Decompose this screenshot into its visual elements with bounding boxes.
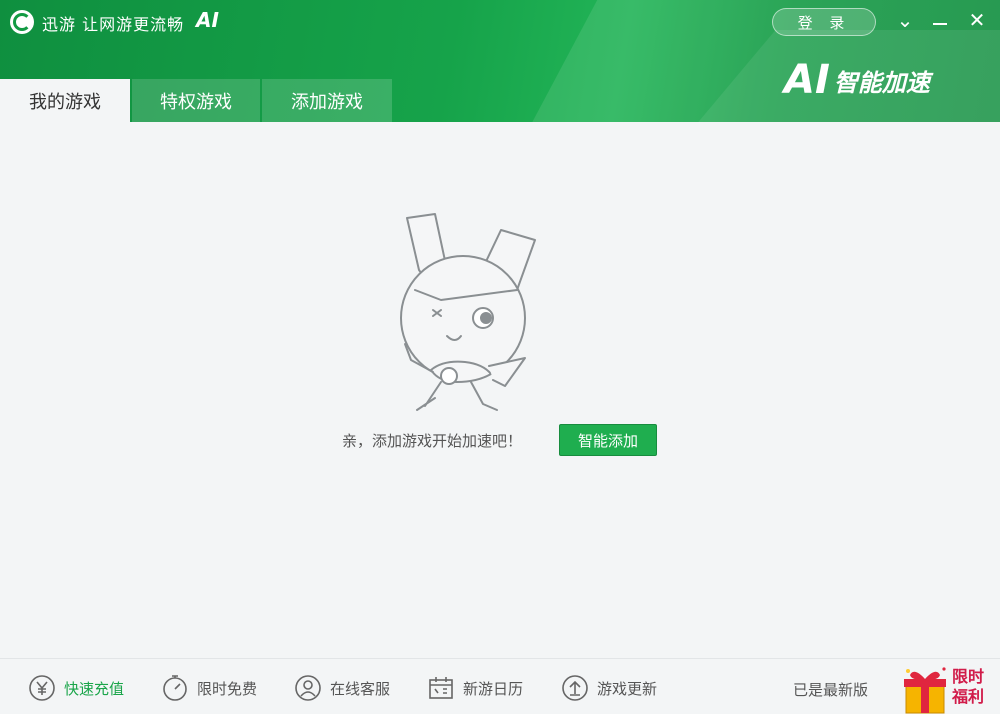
chevron-down-icon[interactable]: ⌄ (890, 6, 920, 34)
promo-line2: 福利 (952, 687, 985, 706)
limited-free-label: 限时免费 (197, 679, 258, 698)
ai-brand-badge: AI 智能加速 (784, 60, 930, 100)
login-button[interactable]: 登 录 (772, 8, 876, 36)
recharge-label: 快速充值 (64, 679, 125, 698)
tab-privilege-games[interactable]: 特权游戏 (132, 79, 260, 122)
brand-text: 智能加速 (833, 69, 930, 97)
online-support-label: 在线客服 (330, 679, 391, 698)
game-update-label: 游戏更新 (597, 679, 658, 698)
app-title: 迅游 让网游更流畅 (42, 15, 185, 34)
yen-icon (29, 675, 55, 701)
mascot-illustration (400, 213, 536, 411)
recharge-button[interactable]: 快速充值 (28, 673, 124, 703)
app-title-ai: AI (196, 8, 219, 32)
tab-my-games[interactable]: 我的游戏 (0, 79, 130, 122)
gift-box-icon[interactable] (900, 665, 1000, 714)
online-support-button[interactable]: 在线客服 (294, 673, 390, 703)
footer-bar: 快速充值 限时免费 在线客服 新游日历 游戏更新 已是最新版 限时 福利 (0, 658, 1000, 714)
app-logo-icon (10, 10, 34, 34)
close-icon[interactable]: ✕ (962, 6, 992, 34)
new-game-calendar-label: 新游日历 (463, 679, 524, 698)
empty-state-message: 亲，添加游戏开始加速吧！ (342, 432, 523, 450)
stopwatch-icon (163, 675, 187, 701)
main-content: 亲，添加游戏开始加速吧！ 智能添加 (0, 122, 1000, 658)
version-status: 已是最新版 (793, 681, 869, 699)
tab-bar: 我的游戏 特权游戏 添加游戏 (0, 79, 394, 122)
upload-icon (562, 675, 588, 701)
brand-ai: AI (784, 57, 830, 103)
game-update-button[interactable]: 游戏更新 (561, 673, 657, 703)
tab-add-games[interactable]: 添加游戏 (262, 79, 392, 122)
limited-free-button[interactable]: 限时免费 (161, 673, 257, 703)
smart-add-button[interactable]: 智能添加 (559, 424, 657, 456)
minimize-icon[interactable] (925, 6, 955, 34)
calendar-icon (429, 677, 453, 699)
new-game-calendar-button[interactable]: 新游日历 (427, 673, 523, 703)
promo-line1: 限时 (952, 667, 985, 686)
title-bar: 迅游 让网游更流畅 AI 登 录 ⌄ ✕ AI 智能加速 我的游戏 特权游戏 添… (0, 0, 1000, 122)
limited-welfare-promo[interactable]: 限时 福利 (952, 667, 984, 707)
user-icon (295, 675, 321, 701)
